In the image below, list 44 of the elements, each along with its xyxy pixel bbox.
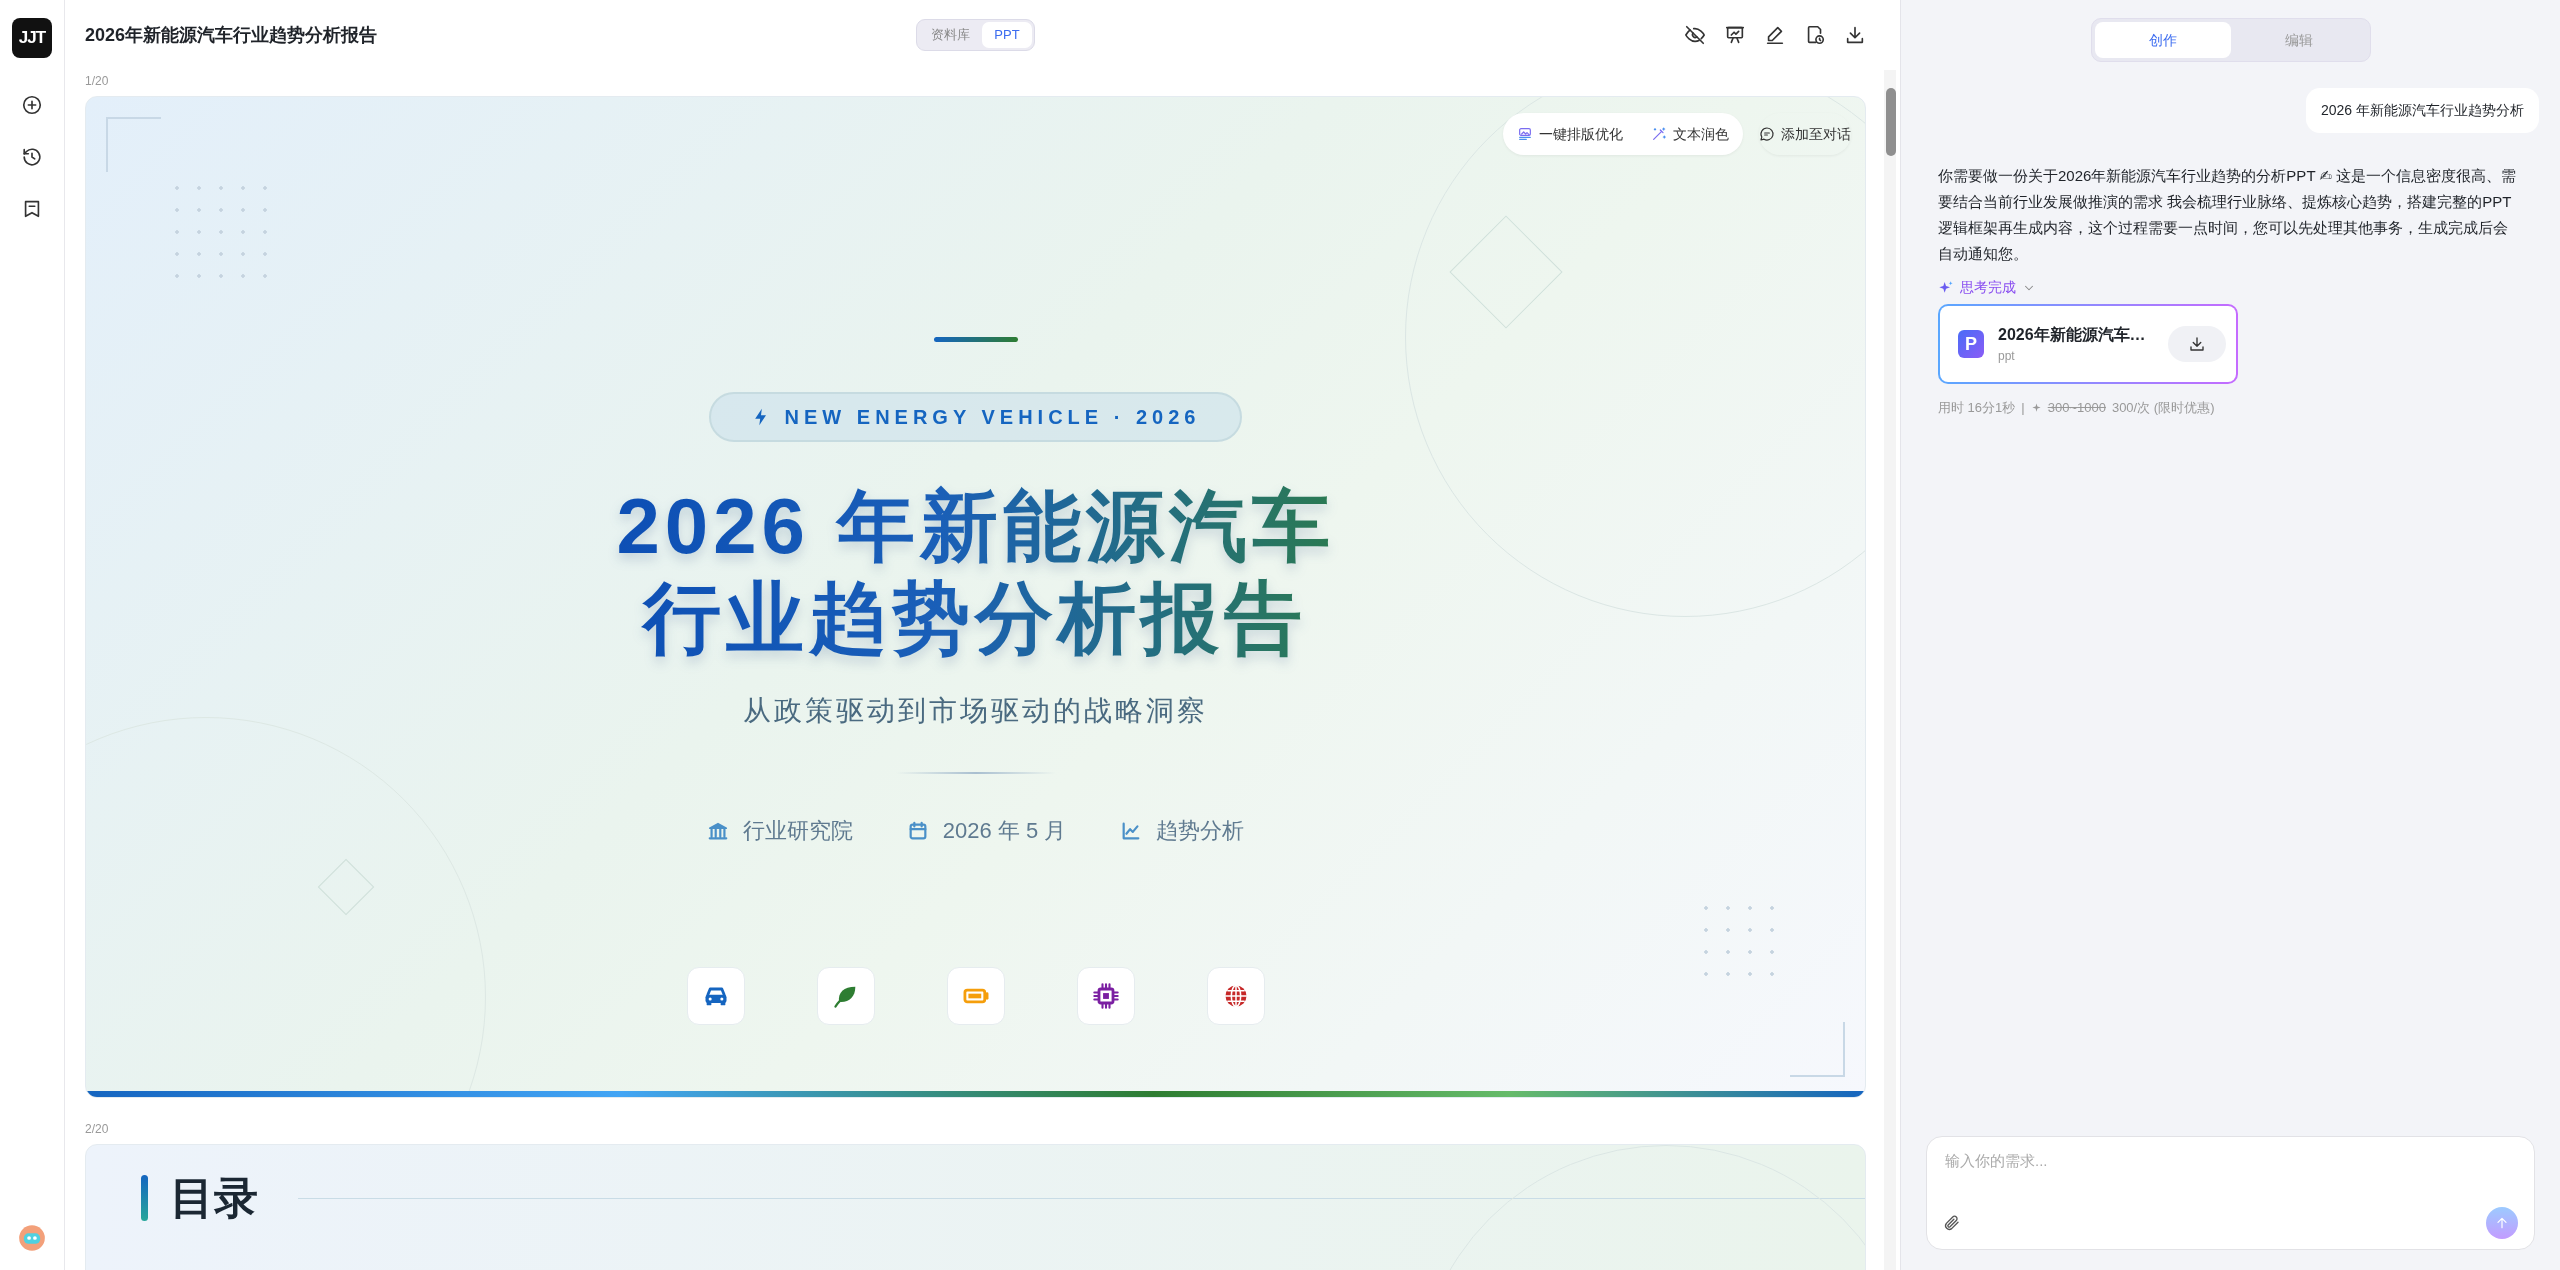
- accent-bar: [141, 1175, 148, 1221]
- layout-icon: [1517, 126, 1533, 142]
- mode-tab[interactable]: 创作: [2094, 22, 2231, 58]
- corner-bracket: [106, 117, 161, 172]
- sparkle-icon: [2030, 402, 2042, 414]
- toolbar-button[interactable]: 一键排版优化: [1517, 123, 1623, 145]
- user-message: 2026 年新能源汽车行业趋势分析: [2305, 88, 2539, 133]
- paperclip-icon[interactable]: [1943, 1214, 1961, 1232]
- presentation-icon[interactable]: [1724, 24, 1746, 46]
- slide-number: 1/20: [85, 73, 110, 90]
- meta-text: 趋势分析: [1156, 817, 1245, 846]
- document-title: 2026年新能源汽车行业趋势分析报告: [85, 23, 379, 47]
- hide-icon[interactable]: [1684, 24, 1706, 46]
- view-tab[interactable]: PPT: [982, 22, 1032, 48]
- magic-wand-icon: [1651, 126, 1667, 142]
- edit-icon[interactable]: [1764, 24, 1786, 46]
- usage-time: 用时 16分1秒: [1938, 399, 2016, 417]
- download-button[interactable]: [2168, 326, 2226, 362]
- history-icon[interactable]: [21, 146, 43, 168]
- add-to-chat-button[interactable]: 添加至对话: [1759, 113, 1851, 155]
- add-icon[interactable]: [21, 94, 43, 116]
- download-icon: [2188, 335, 2206, 353]
- file-name: 2026年新能源汽车…: [1998, 325, 2146, 345]
- toolbar-button[interactable]: 文本润色: [1651, 123, 1729, 145]
- thinking-toggle[interactable]: 思考完成: [1938, 277, 2036, 298]
- slide-subtitle: 从政策驱动到市场驱动的战略洞察: [743, 694, 1208, 729]
- separator-text: |: [2021, 399, 2025, 417]
- chat-bubble-icon: [1759, 126, 1775, 142]
- scrollbar-thumb[interactable]: [1886, 88, 1896, 156]
- slide-number: 2/20: [85, 1121, 110, 1138]
- file-type-icon: P: [1958, 330, 1984, 358]
- slide-tag-text: NEW ENERGY VEHICLE · 2026: [784, 405, 1201, 430]
- slide-heading: 目录: [170, 1172, 258, 1224]
- original-price: 300~1000: [2047, 399, 2106, 417]
- meta-text: 行业研究院: [742, 817, 853, 846]
- file-card[interactable]: P 2026年新能源汽车… ppt: [1938, 304, 2238, 384]
- download-icon[interactable]: [1844, 24, 1866, 46]
- file-type: ppt: [1998, 348, 2016, 365]
- arrow-up-icon: [2494, 1215, 2510, 1231]
- meta-text: 2026 年 5 月: [942, 817, 1067, 846]
- app-logo[interactable]: JJT: [12, 18, 52, 58]
- assistant-message: 你需要做一份关于2026年新能源汽车行业趋势的分析PPT ✍ 这是一个信息密度很高、需要结合当前行业发展做推演的需求 我会梳理行业脉络、提炼核心趋势，搭建完整的PPT逻辑框架再生成内容，这个过程需要一点时间，您可以先处理其他事务，生成完成后会自动通知您。: [1938, 166, 2518, 264]
- price-text: 300/次 (限时优惠): [2111, 399, 2215, 417]
- corner-bracket: [1790, 1022, 1845, 1077]
